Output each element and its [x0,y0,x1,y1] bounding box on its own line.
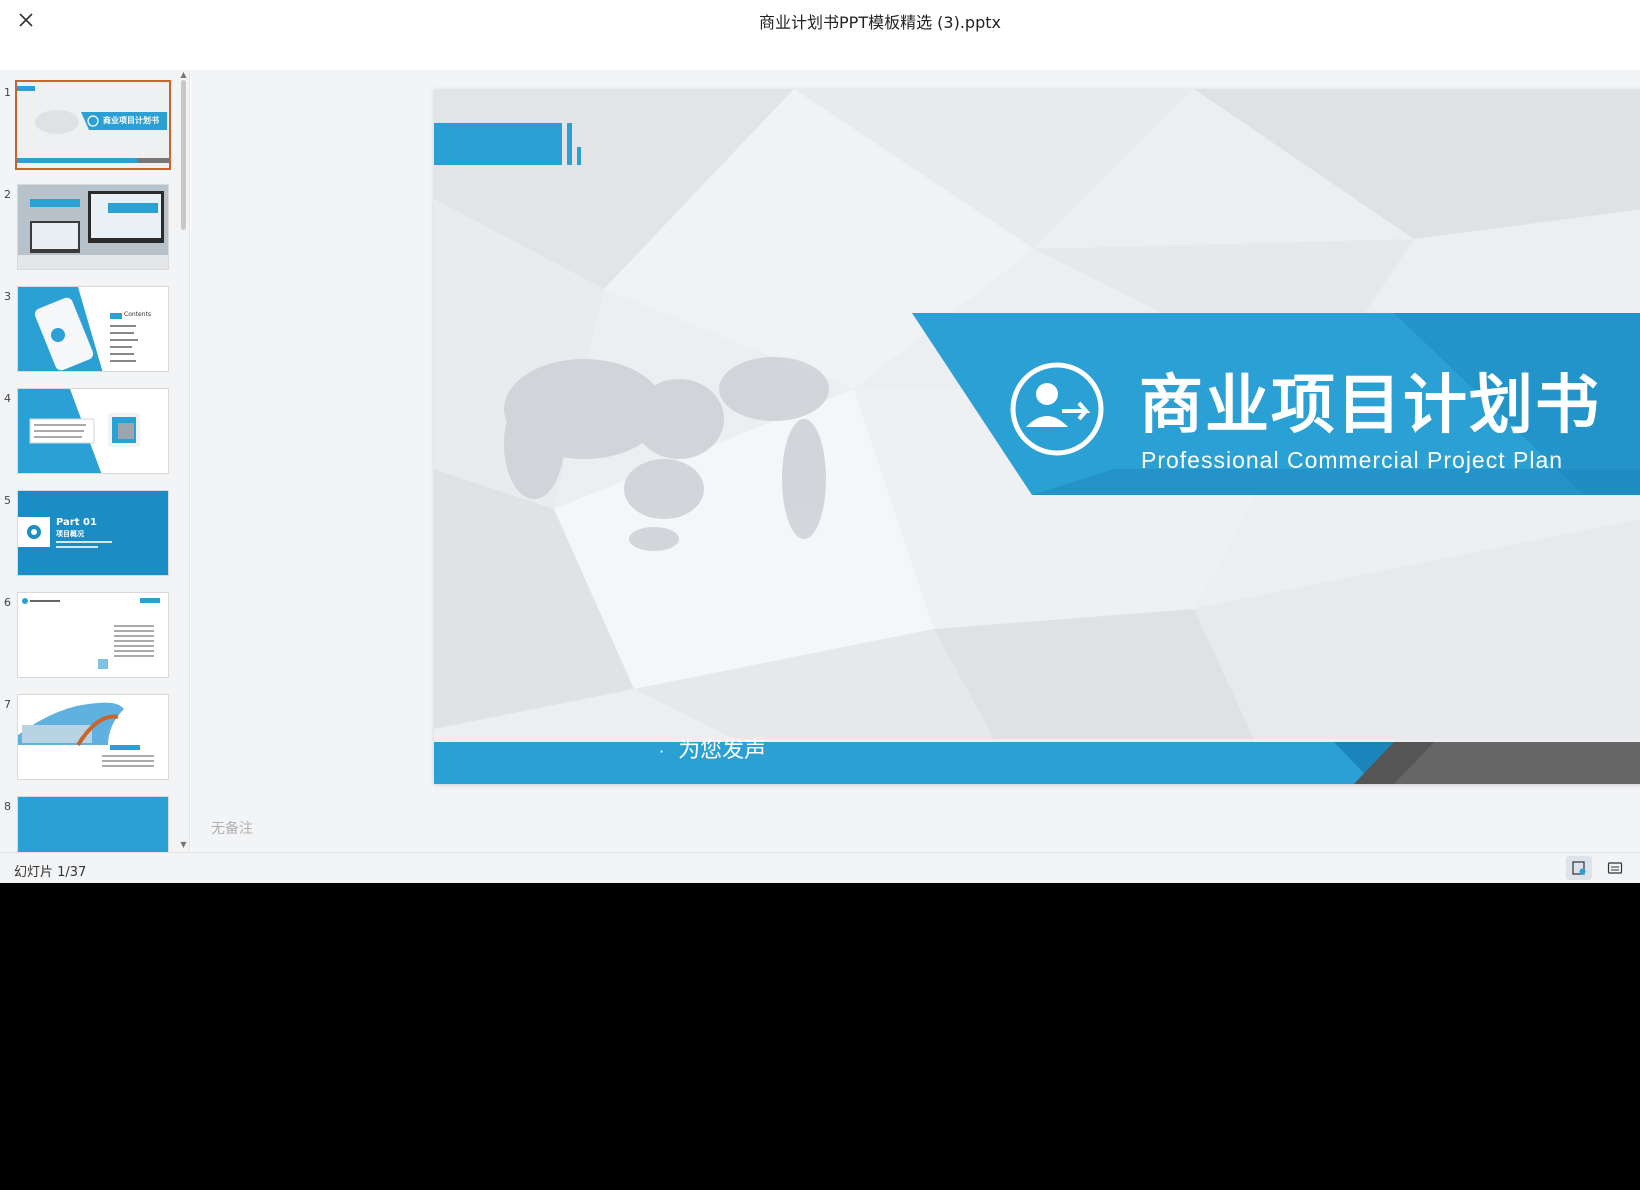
thumbnail-frame[interactable]: Part 01 项目概况 [17,490,169,576]
slide-title: 商业项目计划书 [1139,369,1601,443]
thumbnail-preview [18,185,168,269]
thumbnail-number: 4 [4,392,11,405]
title-area: 商业计划书PPT模板精选 (3).pptx [0,0,1640,40]
thumbnail-frame[interactable] [17,592,169,678]
slide-notes[interactable]: 无备注 [211,818,253,838]
slide-bottom-label: 为您发声 [678,738,767,763]
current-slide[interactable]: 商业项目计划书 Professional Commercial Project … [434,89,1640,784]
slide-counter: 幻灯片 1/37 [14,865,87,880]
thumbnail-preview [18,491,168,575]
notes-toggle-button[interactable] [1566,856,1592,880]
thumbnail-number: 2 [4,188,11,201]
thumbnail-frame[interactable]: 商业项目计划书 [15,80,171,170]
top-bar: 商业计划书PPT模板精选 (3).pptx [0,0,1640,70]
scrollbar-thumb[interactable] [181,80,186,230]
slide-thumbnail-8[interactable]: 8 [0,792,180,852]
thumbnail-frame[interactable] [17,388,169,474]
slide-subtitle: Professional Commercial Project Plan [1141,447,1564,473]
status-bar: 幻灯片 1/37 [0,852,1640,883]
thumbnail-preview [18,797,168,852]
thumbnail-caption: Part 01 [56,517,97,528]
thumbnail-number: 8 [4,800,11,813]
slide-thumbnail-1[interactable]: 1 商业项目计划书 [0,78,180,170]
thumbnail-number: 5 [4,494,11,507]
thumbnail-preview [18,695,168,779]
slide-bottom-text: · 为您发声 [659,732,766,764]
thumbnail-number: 3 [4,290,11,303]
notes-icon [1572,861,1586,875]
comments-toggle-button[interactable] [1602,856,1628,880]
slide-thumbnail-6[interactable]: 6 [0,588,180,678]
bullet-dot: · [659,742,665,761]
thumbnail-frame[interactable] [17,694,169,780]
slide-thumbnail-panel[interactable]: 1 商业项目计划书 2 3 Contents 4 5 Part 01 项目概况 … [0,70,190,852]
thumbnail-caption: 商业项目计划书 [103,116,159,125]
scroll-down-icon[interactable]: ▼ [179,840,188,849]
slide-editor-area: 商业项目计划书 Professional Commercial Project … [191,70,1640,852]
thumbnail-frame[interactable] [17,796,169,852]
thumbnail-caption-2: 项目概况 [56,530,84,538]
thumbnail-number: 7 [4,698,11,711]
slide-thumbnail-4[interactable]: 4 [0,384,180,474]
comments-icon [1607,862,1623,874]
thumbnail-caption: Contents [124,311,151,318]
thumbnail-preview [18,593,168,677]
slide-thumbnail-2[interactable]: 2 [0,180,180,270]
slide-thumbnail-5[interactable]: 5 Part 01 项目概况 [0,486,180,576]
slide-thumbnail-3[interactable]: 3 Contents [0,282,180,372]
thumbnail-preview [18,287,168,371]
viewer-window: 商业计划书PPT模板精选 (3).pptx 1 商业项目计划书 2 3 Cont… [0,0,1640,883]
thumbnail-number: 6 [4,596,11,609]
scroll-up-icon[interactable]: ▲ [179,70,188,79]
thumbnail-scrollbar[interactable]: ▲ ▼ [178,70,188,852]
thumbnail-preview [18,389,168,473]
thumbnail-frame[interactable]: Contents [17,286,169,372]
thumbnail-number: 1 [4,86,11,99]
slide-thumbnail-7[interactable]: 7 [0,690,180,780]
thumbnail-frame[interactable] [17,184,169,270]
document-title: 商业计划书PPT模板精选 (3).pptx [759,13,1001,32]
